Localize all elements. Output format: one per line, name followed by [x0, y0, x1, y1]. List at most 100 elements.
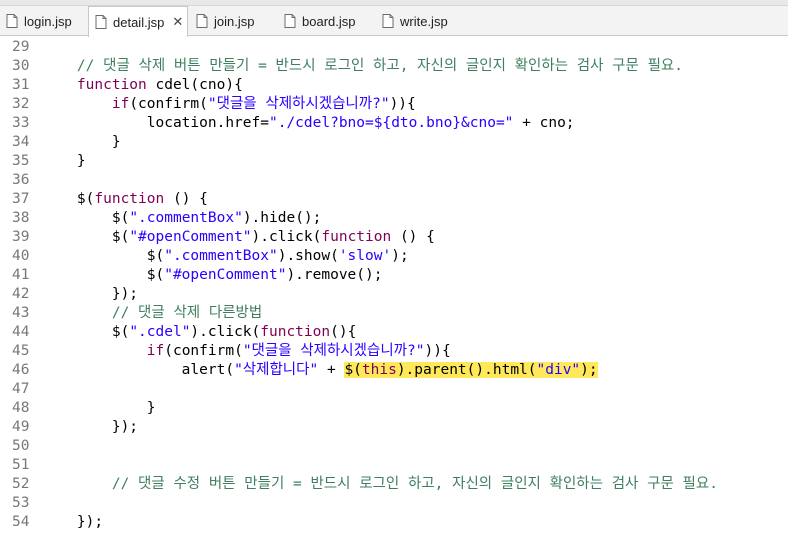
code-token: ); — [580, 362, 598, 378]
code-line[interactable]: 29 — [0, 38, 788, 57]
code-line[interactable]: 34 } — [0, 133, 788, 152]
line-number: 36 — [12, 172, 30, 188]
code-line[interactable]: 45 if(confirm("댓글을 삭제하시겠습니까?")){ — [0, 342, 788, 361]
line-number: 40 — [12, 248, 30, 264]
code-token: ".commentBox" — [164, 248, 278, 264]
code-editor[interactable]: 29 30 // 댓글 삭제 버튼 만들기 = 반드시 로그인 하고, 자신의 글… — [0, 36, 788, 536]
code-token: if — [111, 96, 130, 112]
code-text: }); — [42, 418, 138, 437]
code-line[interactable]: 36 — [0, 171, 788, 190]
tab-detail-jsp[interactable]: detail.jsp ✕ — [88, 6, 188, 37]
line-number: 39 — [12, 229, 30, 245]
tab-login-jsp[interactable]: login.jsp — [0, 6, 88, 36]
code-token: } — [42, 153, 86, 169]
code-text: $("#openComment").remove(); — [42, 266, 383, 285]
line-number: 31 — [12, 77, 30, 93]
code-token: )){ — [389, 96, 416, 112]
code-line[interactable]: 44 $(".cdel").click(function(){ — [0, 323, 788, 342]
code-token: } — [42, 400, 156, 416]
code-line[interactable]: 43 // 댓글 삭제 다른방법 — [0, 304, 788, 323]
code-line[interactable]: 33 location.href="./cdel?bno=${dto.bno}&… — [0, 114, 788, 133]
code-text: }); — [42, 513, 103, 532]
code-token: "댓글을 삭제하시겠습니까?" — [207, 96, 390, 112]
tab-label: write.jsp — [400, 13, 448, 29]
code-line[interactable]: 46 alert("삭제합니다" + $(this).parent().html… — [0, 361, 788, 380]
code-text: $("#openComment").click(function () { — [42, 228, 435, 247]
code-token: alert( — [42, 362, 235, 378]
line-number: 41 — [12, 267, 30, 283]
tab-join-jsp[interactable]: join.jsp — [190, 6, 278, 36]
code-line[interactable]: 37 $(function () { — [0, 190, 788, 209]
code-line[interactable]: 39 $("#openComment").click(function () { — [0, 228, 788, 247]
code-line[interactable]: 48 } — [0, 399, 788, 418]
code-token: $( — [42, 229, 130, 245]
code-line[interactable]: 54 }); — [0, 513, 788, 532]
code-token: + — [318, 362, 345, 378]
line-number: 30 — [12, 58, 30, 74]
code-text: } — [42, 133, 121, 152]
code-token: // 댓글 수정 버튼 만들기 = 반드시 로그인 하고, 자신의 글인지 확인… — [111, 476, 718, 492]
code-token: function — [94, 191, 165, 207]
code-token: $( — [42, 248, 165, 264]
line-number: 34 — [12, 134, 30, 150]
code-token: // 댓글 삭제 다른방법 — [111, 305, 263, 321]
code-line[interactable]: 41 $("#openComment").remove(); — [0, 266, 788, 285]
code-token: if — [146, 343, 165, 359]
line-number: 33 — [12, 115, 30, 131]
code-text: $(".commentBox").show('slow'); — [42, 247, 409, 266]
line-number: 46 — [12, 362, 30, 378]
code-line[interactable]: 49 }); — [0, 418, 788, 437]
tab-label: login.jsp — [24, 13, 72, 29]
tab-board-jsp[interactable]: board.jsp — [278, 6, 368, 36]
code-token: ".commentBox" — [129, 210, 243, 226]
code-token: this — [361, 362, 397, 378]
line-number: 54 — [12, 514, 30, 530]
code-line[interactable]: 30 // 댓글 삭제 버튼 만들기 = 반드시 로그인 하고, 자신의 글인지… — [0, 57, 788, 76]
code-token: ).show( — [277, 248, 339, 264]
line-number: 37 — [12, 191, 30, 207]
line-number: 51 — [12, 457, 30, 473]
code-token: 'slow' — [338, 248, 392, 264]
close-icon[interactable]: ✕ — [172, 14, 183, 30]
code-token: (confirm( — [164, 343, 243, 359]
code-line[interactable]: 52 // 댓글 수정 버튼 만들기 = 반드시 로그인 하고, 자신의 글인지… — [0, 475, 788, 494]
code-token: ); — [391, 248, 409, 264]
code-token: }); — [42, 286, 139, 302]
code-token: (confirm( — [129, 96, 208, 112]
line-number: 32 — [12, 96, 30, 112]
line-number: 35 — [12, 153, 30, 169]
line-number: 43 — [12, 305, 30, 321]
code-token: ).click( — [251, 229, 322, 245]
code-line[interactable]: 47 — [0, 380, 788, 399]
tab-label: board.jsp — [302, 13, 356, 29]
code-text: } — [42, 399, 156, 418]
code-token: () { — [391, 229, 435, 245]
code-line[interactable]: 42 }); — [0, 285, 788, 304]
code-line[interactable]: 31 function cdel(cno){ — [0, 76, 788, 95]
code-line[interactable]: 50 — [0, 437, 788, 456]
code-token: ).click( — [190, 324, 261, 340]
code-token: "댓글을 삭제하시겠습니까?" — [242, 343, 425, 359]
code-text: if(confirm("댓글을 삭제하시겠습니까?")){ — [42, 342, 451, 361]
code-token: $( — [42, 267, 165, 283]
code-token: $( — [42, 324, 130, 340]
code-token: cdel(cno){ — [146, 77, 243, 93]
code-token: function — [76, 77, 147, 93]
code-text: if(confirm("댓글을 삭제하시겠습니까?")){ — [42, 95, 416, 114]
code-line[interactable]: 53 — [0, 494, 788, 513]
line-number: 48 — [12, 400, 30, 416]
code-text: $(".commentBox").hide(); — [42, 209, 322, 228]
tab-write-jsp[interactable]: write.jsp — [376, 6, 466, 36]
code-line[interactable]: 32 if(confirm("댓글을 삭제하시겠습니까?")){ — [0, 95, 788, 114]
code-line[interactable]: 38 $(".commentBox").hide(); — [0, 209, 788, 228]
code-line[interactable]: 35 } — [0, 152, 788, 171]
code-token: }); — [42, 419, 139, 435]
code-text: alert("삭제합니다" + $(this).parent().html("d… — [42, 361, 598, 380]
code-line[interactable]: 51 — [0, 456, 788, 475]
code-line[interactable]: 40 $(".commentBox").show('slow'); — [0, 247, 788, 266]
code-token: () { — [164, 191, 208, 207]
jsp-file-icon — [196, 14, 208, 28]
code-text: $(function () { — [42, 190, 208, 209]
